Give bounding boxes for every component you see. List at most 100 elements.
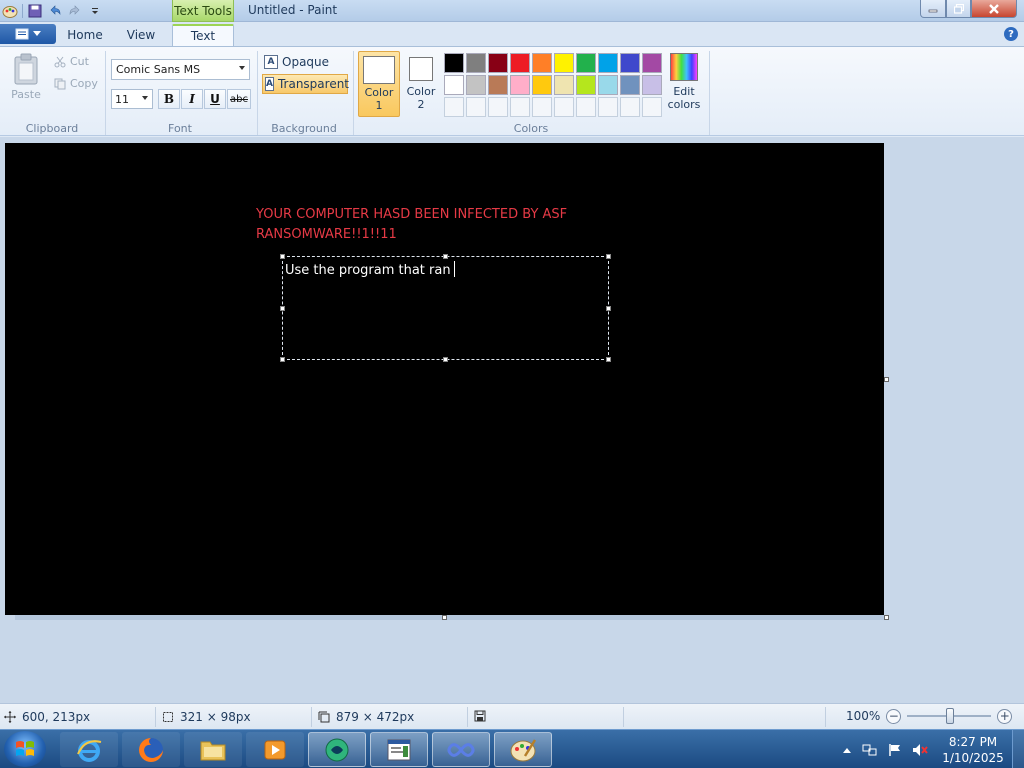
text-box-content[interactable]: Use the program that ran [285, 261, 455, 278]
resize-handle[interactable] [443, 254, 448, 259]
color2-button[interactable]: Color 2 [402, 51, 440, 117]
zoom-out-button[interactable]: − [886, 708, 902, 724]
palette-color-swatch[interactable] [532, 75, 552, 95]
palette-color-swatch[interactable] [642, 53, 662, 73]
canvas-resize-handle-right[interactable] [884, 377, 889, 382]
undo-icon[interactable] [47, 3, 63, 19]
palette-color-swatch[interactable] [488, 53, 508, 73]
palette-color-swatch[interactable] [598, 75, 618, 95]
bold-button[interactable]: B [158, 89, 180, 109]
taskbar-paint[interactable] [494, 732, 552, 767]
zoom-in-button[interactable]: + [997, 708, 1013, 724]
workspace[interactable]: YOUR COMPUTER HASD BEEN INFECTED BY ASF … [0, 137, 1024, 703]
start-button[interactable] [4, 731, 46, 767]
custom-color-slot[interactable] [510, 97, 530, 117]
taskbar-green-app[interactable] [308, 732, 366, 767]
custom-color-slot[interactable] [642, 97, 662, 117]
italic-button[interactable]: I [181, 89, 203, 109]
volume-muted-icon[interactable] [912, 743, 928, 757]
custom-color-slot[interactable] [532, 97, 552, 117]
save-icon[interactable] [27, 3, 43, 19]
custom-color-slot[interactable] [488, 97, 508, 117]
customize-toolbar-chevron-icon[interactable] [87, 3, 103, 19]
edit-colors-button[interactable]: Edit colors [666, 53, 702, 111]
colors-group-label: Colors [513, 122, 549, 135]
taskbar-infinity-app[interactable] [432, 732, 490, 767]
palette-color-swatch[interactable] [466, 75, 486, 95]
palette-color-swatch[interactable] [444, 75, 464, 95]
redo-icon[interactable] [67, 3, 83, 19]
close-icon [989, 3, 999, 14]
custom-color-slot[interactable] [576, 97, 596, 117]
drawing-canvas[interactable]: YOUR COMPUTER HASD BEEN INFECTED BY ASF … [5, 143, 884, 615]
palette-color-swatch[interactable] [598, 53, 618, 73]
close-button[interactable] [971, 0, 1017, 18]
paste-button[interactable]: Paste [10, 53, 42, 101]
palette-color-swatch[interactable] [554, 75, 574, 95]
show-hidden-icons-icon[interactable] [842, 746, 852, 754]
cut-button[interactable]: Cut [54, 55, 89, 68]
paint-app-icon[interactable] [2, 3, 18, 19]
palette-color-swatch[interactable] [576, 75, 596, 95]
tab-view[interactable]: View [118, 24, 164, 46]
text-box[interactable]: Use the program that ran [280, 254, 611, 362]
resize-handle[interactable] [280, 254, 285, 259]
palette-color-swatch[interactable] [488, 75, 508, 95]
palette-color-swatch[interactable] [554, 53, 574, 73]
custom-color-slot[interactable] [444, 97, 464, 117]
copy-button[interactable]: Copy [54, 77, 98, 90]
show-desktop-button[interactable] [1012, 730, 1024, 768]
palette-color-swatch[interactable] [532, 53, 552, 73]
palette-color-swatch[interactable] [620, 75, 640, 95]
custom-color-slot[interactable] [620, 97, 640, 117]
palette-color-swatch[interactable] [444, 53, 464, 73]
taskbar-firefox[interactable] [122, 732, 180, 767]
tab-text[interactable]: Text [172, 24, 234, 46]
opaque-button[interactable]: A Opaque [262, 52, 348, 72]
action-center-flag-icon[interactable] [888, 743, 902, 757]
cut-label: Cut [70, 55, 89, 68]
resize-handle[interactable] [606, 254, 611, 259]
font-family-select[interactable]: Comic Sans MS [111, 59, 250, 80]
selection-size-value: 321 × 98px [180, 710, 251, 724]
zoom-slider[interactable] [907, 708, 992, 724]
status-separator [311, 707, 312, 727]
taskbar-file-explorer[interactable] [184, 732, 242, 767]
color1-button[interactable]: Color 1 [358, 51, 400, 117]
color-spectrum-icon [670, 53, 698, 81]
minimize-button[interactable] [920, 0, 946, 18]
palette-color-swatch[interactable] [576, 53, 596, 73]
custom-color-slot[interactable] [554, 97, 574, 117]
palette-color-swatch[interactable] [466, 53, 486, 73]
crosshair-icon [4, 711, 16, 723]
taskbar-window-app[interactable] [370, 732, 428, 767]
resize-handle[interactable] [280, 306, 285, 311]
paint-menu-button[interactable] [0, 24, 56, 44]
resize-handle[interactable] [606, 357, 611, 362]
custom-color-slot[interactable] [466, 97, 486, 117]
palette-color-swatch[interactable] [510, 75, 530, 95]
canvas-resize-handle-bottom[interactable] [442, 615, 447, 620]
zoom-slider-thumb[interactable] [946, 708, 955, 724]
resize-handle[interactable] [280, 357, 285, 362]
clipboard-group-label: Clipboard [25, 122, 79, 135]
clock[interactable]: 8:27 PM 1/10/2025 [938, 734, 1008, 766]
font-size-select[interactable]: 11 [111, 89, 153, 109]
network-icon[interactable] [862, 743, 878, 757]
resize-handle[interactable] [443, 357, 448, 362]
underline-button[interactable]: U [204, 89, 226, 109]
palette-color-swatch[interactable] [620, 53, 640, 73]
custom-color-slot[interactable] [598, 97, 618, 117]
taskbar-media-player[interactable] [246, 732, 304, 767]
palette-color-swatch[interactable] [510, 53, 530, 73]
canvas-resize-handle-corner[interactable] [884, 615, 889, 620]
taskbar-internet-explorer[interactable] [60, 732, 118, 767]
tab-home[interactable]: Home [62, 24, 108, 46]
transparent-button[interactable]: A Transparent [262, 74, 349, 94]
strikethrough-button[interactable]: abc [227, 89, 251, 109]
maximize-button[interactable] [946, 0, 971, 18]
zoom-level: 100% [846, 709, 881, 723]
palette-color-swatch[interactable] [642, 75, 662, 95]
help-icon[interactable]: ? [1004, 27, 1018, 41]
resize-handle[interactable] [606, 306, 611, 311]
